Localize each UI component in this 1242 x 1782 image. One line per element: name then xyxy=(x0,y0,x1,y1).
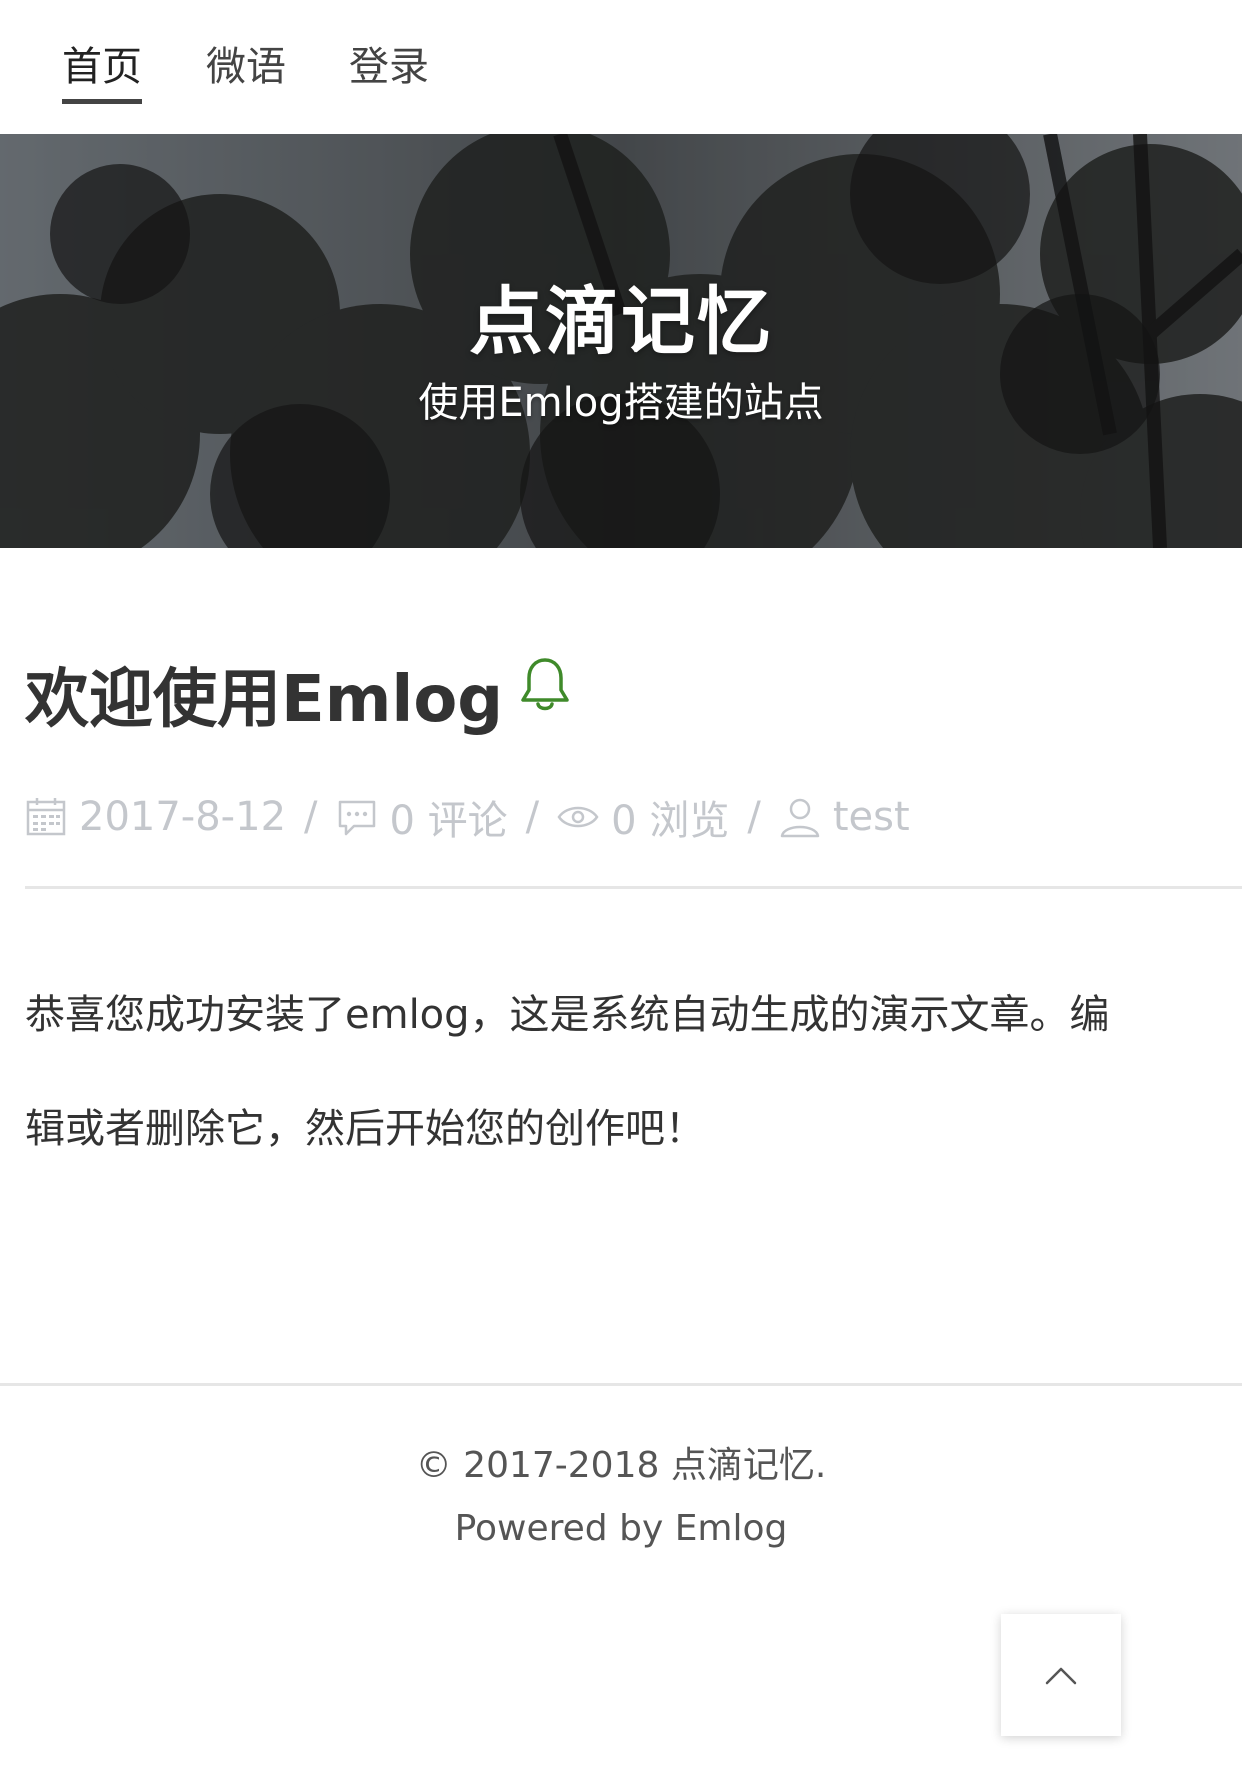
post-body: 恭喜您成功安装了emlog，这是系统自动生成的演示文章。编 辑或者删除它，然后开… xyxy=(25,958,1205,1186)
post-title-row: 欢迎使用Emlog xyxy=(25,650,573,750)
footer-copyright: © 2017-2018 点滴记忆. xyxy=(415,1445,827,1486)
comment-icon xyxy=(338,800,375,836)
meta-separator: / xyxy=(525,794,540,840)
meta-separator: / xyxy=(747,794,761,840)
footer-divider xyxy=(0,1383,1242,1386)
post-body-line: 辑或者删除它，然后开始您的创作吧！ xyxy=(25,1106,705,1152)
hero-banner: 点滴记忆 使用Emlog搭建的站点 xyxy=(0,134,1242,548)
post-views-count: 0 浏览 xyxy=(611,798,730,844)
footer-powered-by: Powered by Emlog xyxy=(0,1508,1242,1549)
meta-separator: / xyxy=(304,794,318,840)
top-nav: 首页 微语 登录 xyxy=(0,0,1242,134)
site-title[interactable]: 点滴记忆 xyxy=(0,262,1242,369)
nav-item-login[interactable]: 登录 xyxy=(349,36,429,98)
powered-by-link[interactable]: Powered by Emlog xyxy=(455,1508,788,1549)
calendar-icon xyxy=(26,798,66,836)
post-meta: 2017-8-12 / 0 评论 / 0 浏览 / test xyxy=(25,787,910,847)
post-title[interactable]: 欢迎使用Emlog xyxy=(25,650,503,750)
site-subtitle: 使用Emlog搭建的站点 xyxy=(418,380,824,426)
chevron-up-icon xyxy=(1045,1667,1077,1685)
eye-icon xyxy=(557,806,599,828)
user-icon xyxy=(780,798,820,838)
post-date: 2017-8-12 xyxy=(79,794,287,840)
meta-divider xyxy=(25,886,1242,889)
post-comments-count[interactable]: 0 评论 xyxy=(390,788,508,846)
post-body-line: 恭喜您成功安装了emlog，这是系统自动生成的演示文章。编 xyxy=(25,992,1110,1038)
post-author[interactable]: test xyxy=(833,794,910,840)
back-to-top-button[interactable] xyxy=(1001,1614,1121,1736)
nav-item-home[interactable]: 首页 xyxy=(62,36,142,104)
nav-item-twitter[interactable]: 微语 xyxy=(206,36,286,98)
bell-icon xyxy=(521,658,569,711)
page: 首页 微语 登录 点滴记忆 使用Emlog搭建的站点 欢迎使用Emlog 201… xyxy=(0,0,1242,1782)
